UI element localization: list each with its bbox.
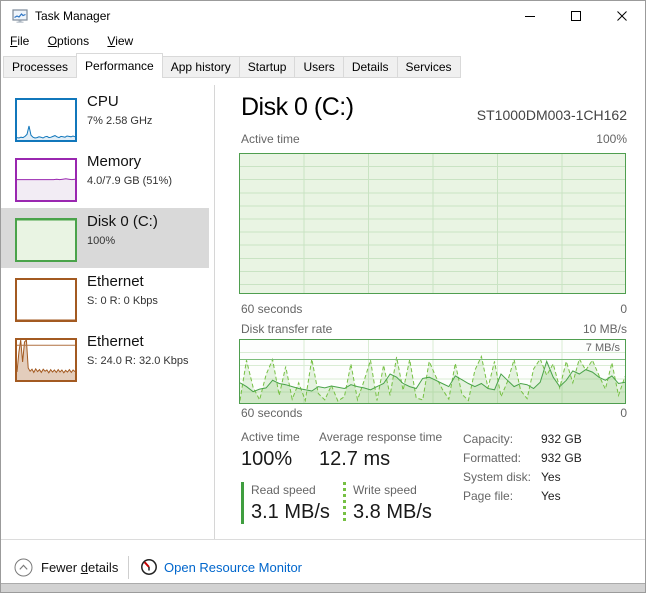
resource-monitor-icon bbox=[141, 559, 157, 575]
close-icon bbox=[617, 10, 627, 21]
active-time-chart-max: 100% bbox=[596, 132, 627, 146]
ethernet1-sparkline bbox=[17, 319, 75, 320]
tab-details[interactable]: Details bbox=[343, 56, 398, 78]
tab-services[interactable]: Services bbox=[397, 56, 461, 78]
sidebar-ethernet2-title: Ethernet bbox=[87, 333, 144, 350]
sidebar-item-ethernet-2[interactable]: Ethernet S: 24.0 R: 32.0 Kbps bbox=[1, 328, 209, 388]
maximize-button[interactable] bbox=[553, 1, 599, 30]
transfer-rate-chart: 7 MB/s bbox=[239, 339, 626, 404]
sidebar-cpu-title: CPU bbox=[87, 93, 119, 110]
stat-read-value: 3.1 MB/s bbox=[251, 501, 330, 523]
cpu-thumbnail-chart bbox=[15, 98, 77, 142]
disk-model-label: ST1000DM003-1CH162 bbox=[476, 107, 627, 123]
active-time-chart bbox=[239, 153, 626, 294]
page-title: Disk 0 (C:) bbox=[241, 93, 354, 121]
active-time-x-left: 60 seconds bbox=[241, 302, 303, 316]
detail-row-page-file: Page file: Yes bbox=[463, 489, 561, 503]
task-manager-app-icon bbox=[12, 9, 28, 23]
menu-view[interactable]: View bbox=[101, 31, 139, 51]
sidebar-ethernet2-subtitle: S: 24.0 R: 32.0 Kbps bbox=[87, 355, 189, 367]
menubar: File Options View bbox=[1, 31, 645, 53]
stat-write-value: 3.8 MB/s bbox=[353, 501, 432, 523]
sidebar-item-cpu[interactable]: CPU 7% 2.58 GHz bbox=[1, 88, 209, 148]
ethernet1-thumbnail-chart bbox=[15, 278, 77, 322]
sidebar-divider bbox=[214, 85, 215, 539]
stat-response-value: 12.7 ms bbox=[319, 448, 391, 470]
window-bottom-edge bbox=[1, 583, 645, 592]
transfer-rate-series bbox=[240, 354, 625, 403]
active-time-x-right: 0 bbox=[620, 302, 627, 316]
sidebar-ethernet1-subtitle: S: 0 R: 0 Kbps bbox=[87, 295, 158, 307]
threshold-label: 7 MB/s bbox=[585, 342, 620, 354]
disk-sparkline bbox=[17, 220, 75, 260]
task-manager-window: Task Manager File Options View Processes… bbox=[0, 0, 646, 593]
menu-file[interactable]: File bbox=[4, 31, 35, 51]
tab-processes[interactable]: Processes bbox=[3, 56, 78, 78]
stat-active-time-value: 100% bbox=[241, 448, 293, 470]
stat-read-label: Read speed bbox=[251, 483, 316, 497]
tab-users[interactable]: Users bbox=[295, 56, 344, 78]
close-button[interactable] bbox=[599, 1, 645, 30]
footer-divider bbox=[1, 539, 645, 540]
sidebar-disk-subtitle: 100% bbox=[87, 235, 116, 247]
sidebar-memory-title: Memory bbox=[87, 153, 142, 170]
active-time-chart-label: Active time bbox=[241, 132, 300, 146]
disk-details-list: Capacity: 932 GB Formatted: 932 GB Syste… bbox=[463, 432, 627, 508]
tab-startup[interactable]: Startup bbox=[239, 56, 296, 78]
cpu-sparkline bbox=[17, 125, 75, 140]
transfer-rate-x-right: 0 bbox=[620, 406, 627, 420]
open-resource-monitor-link[interactable]: Open Resource Monitor bbox=[140, 557, 340, 579]
disk-thumbnail-chart bbox=[15, 218, 77, 262]
ethernet2-sparkline bbox=[17, 340, 75, 380]
fewer-details-button[interactable]: Fewer details bbox=[14, 558, 124, 578]
transfer-rate-chart-max: 10 MB/s bbox=[582, 322, 627, 336]
stat-write-label: Write speed bbox=[353, 483, 417, 497]
threshold-line bbox=[240, 359, 625, 360]
transfer-rate-x-left: 60 seconds bbox=[241, 406, 303, 420]
memory-sparkline bbox=[17, 178, 75, 200]
sidebar-memory-subtitle: 4.0/7.9 GB (51%) bbox=[87, 175, 172, 187]
ethernet2-thumbnail-chart bbox=[15, 338, 77, 382]
footer-vertical-divider bbox=[128, 556, 129, 579]
sidebar-item-disk[interactable]: Disk 0 (C:) 100% bbox=[1, 208, 209, 268]
caption-buttons bbox=[507, 1, 645, 30]
detail-row-formatted: Formatted: 932 GB bbox=[463, 451, 582, 465]
sidebar-item-memory[interactable]: Memory 4.0/7.9 GB (51%) bbox=[1, 148, 209, 208]
detail-row-system-disk: System disk: Yes bbox=[463, 470, 561, 484]
sidebar-cpu-subtitle: 7% 2.58 GHz bbox=[87, 115, 153, 127]
memory-thumbnail-chart bbox=[15, 158, 77, 202]
chevron-up-icon bbox=[14, 558, 33, 577]
maximize-icon bbox=[571, 10, 581, 21]
sidebar-item-ethernet-1[interactable]: Ethernet S: 0 R: 0 Kbps bbox=[1, 268, 209, 328]
detail-row-capacity: Capacity: 932 GB bbox=[463, 432, 582, 446]
window-title: Task Manager bbox=[35, 9, 111, 23]
write-speed-bar bbox=[343, 482, 346, 524]
tab-app-history[interactable]: App history bbox=[162, 56, 240, 78]
stat-response-label: Average response time bbox=[319, 430, 443, 444]
titlebar[interactable]: Task Manager bbox=[1, 1, 645, 31]
sidebar-ethernet1-title: Ethernet bbox=[87, 273, 144, 290]
tab-bar: Processes Performance App history Startu… bbox=[1, 53, 645, 78]
minimize-button[interactable] bbox=[507, 1, 553, 30]
read-speed-bar bbox=[241, 482, 244, 524]
stat-active-time-label: Active time bbox=[241, 430, 300, 444]
minimize-icon bbox=[525, 15, 535, 17]
menu-options[interactable]: Options bbox=[42, 31, 95, 51]
sidebar-disk-title: Disk 0 (C:) bbox=[87, 213, 158, 230]
transfer-rate-chart-label: Disk transfer rate bbox=[241, 322, 333, 336]
tab-performance[interactable]: Performance bbox=[76, 53, 163, 78]
